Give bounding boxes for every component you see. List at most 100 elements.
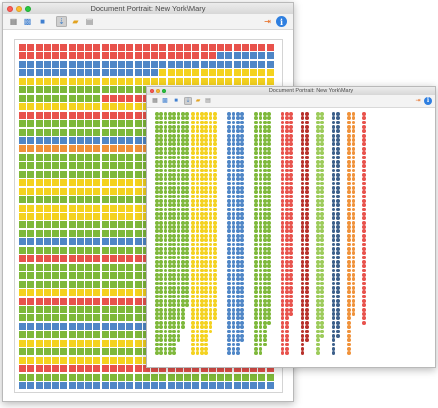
document-dot [191, 299, 196, 303]
document-dot [336, 116, 340, 121]
document-square [118, 348, 125, 356]
document-dot [204, 342, 209, 347]
document-dot [167, 316, 172, 321]
document-square [233, 77, 241, 85]
document-dot [347, 312, 352, 316]
document-dot [195, 212, 200, 216]
document-square [126, 314, 134, 322]
export-icon[interactable]: ▤ [204, 97, 212, 105]
document-dot [316, 255, 320, 260]
document-dot [361, 151, 366, 155]
info-icon[interactable]: i [276, 16, 287, 27]
document-dot [316, 199, 320, 203]
document-dot [176, 225, 181, 229]
document-square [43, 305, 51, 313]
document-dot [195, 151, 200, 155]
document-dot [159, 346, 164, 351]
sort-icon[interactable]: ⇣ [56, 16, 67, 27]
document-square [118, 331, 125, 339]
document-dot [204, 199, 209, 203]
document-dot [163, 303, 168, 308]
document-dot [163, 233, 168, 238]
document-dot [227, 112, 231, 116]
document-dot [258, 112, 263, 116]
document-square [19, 289, 26, 297]
document-dot [258, 294, 263, 299]
document-dot [254, 290, 259, 295]
document-dot [167, 185, 172, 190]
document-dot [254, 333, 259, 338]
document-dot [185, 159, 189, 164]
document-square [93, 314, 101, 322]
document-dot [195, 307, 200, 312]
document-dot [351, 259, 356, 264]
document-dot [304, 312, 309, 316]
document-dot [231, 229, 236, 234]
document-square [35, 322, 43, 330]
document-square [76, 263, 84, 271]
document-square [250, 60, 257, 68]
document-square [118, 272, 125, 280]
document-dot [289, 264, 293, 269]
grid-view-icon[interactable]: ■ [172, 97, 180, 105]
document-dot [254, 138, 259, 142]
portrait-view-icon[interactable]: ▦ [151, 97, 159, 105]
document-dot [227, 185, 231, 190]
document-dot [347, 142, 352, 147]
sort-icon[interactable]: ⇣ [184, 97, 192, 105]
document-dot [331, 129, 336, 134]
document-dot [300, 238, 305, 242]
document-dot [231, 151, 236, 155]
document-dot [258, 220, 263, 225]
document-dot [185, 129, 189, 134]
document-dot [185, 199, 189, 203]
document-dot [200, 212, 204, 216]
document-dot [254, 177, 259, 182]
document-dot [361, 172, 366, 177]
document-square [151, 44, 158, 51]
document-dot [254, 133, 259, 138]
document-square [19, 356, 26, 364]
document-square [85, 246, 92, 254]
document-dot [316, 225, 320, 229]
document-dot [316, 181, 320, 186]
document-dot [231, 116, 236, 121]
grid-view-icon[interactable]: ■ [37, 16, 48, 27]
document-dot [316, 190, 320, 195]
document-square [27, 365, 35, 373]
folder-icon[interactable]: ▰ [194, 97, 202, 105]
document-square [52, 94, 59, 102]
document-dot [254, 172, 259, 177]
document-dot [155, 346, 159, 351]
document-square [76, 162, 84, 170]
document-square [27, 145, 35, 153]
export-icon[interactable]: ▤ [84, 16, 95, 27]
document-dot [304, 251, 309, 255]
document-dot [176, 181, 181, 186]
document-square [60, 136, 68, 144]
document-dot [163, 164, 168, 168]
document-dot [336, 168, 340, 173]
document-square [118, 373, 125, 381]
document-dot [304, 168, 309, 173]
mosaic-view-icon[interactable]: ▩ [161, 97, 169, 105]
document-dot [284, 251, 289, 255]
document-dot [231, 307, 236, 312]
document-dot [195, 168, 200, 173]
document-dot [185, 272, 189, 277]
document-dot [212, 168, 217, 173]
document-square [60, 179, 68, 187]
exit-icon[interactable]: ⇥ [414, 97, 422, 105]
exit-icon[interactable]: ⇥ [262, 16, 273, 27]
document-dot [204, 177, 209, 182]
mosaic-view-icon[interactable]: ▩ [22, 16, 33, 27]
info-icon[interactable]: i [424, 97, 432, 105]
document-dot [200, 142, 204, 147]
folder-icon[interactable]: ▰ [70, 16, 81, 27]
document-square [118, 145, 125, 153]
document-dot [212, 307, 217, 312]
portrait-view-icon[interactable]: ▦ [8, 16, 19, 27]
document-dot [159, 238, 164, 242]
document-dot [204, 242, 209, 247]
document-square [217, 52, 224, 60]
